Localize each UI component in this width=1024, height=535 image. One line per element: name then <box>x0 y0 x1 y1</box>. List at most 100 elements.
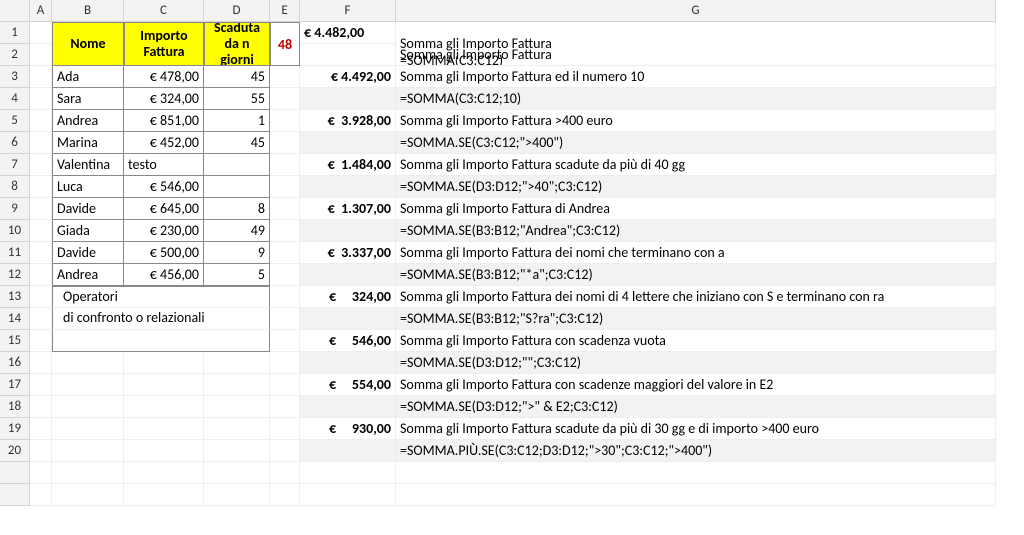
cell-12-1[interactable] <box>30 264 52 286</box>
result-1-valpad[interactable] <box>300 88 396 110</box>
result-9-valpad[interactable] <box>300 440 396 462</box>
cell-nome-6[interactable]: Marina <box>52 132 124 154</box>
cell-6-1[interactable] <box>30 132 52 154</box>
result-2-val[interactable]: € 3.928,00 <box>300 110 396 132</box>
cell-2-6[interactable] <box>300 44 396 66</box>
result-4-val[interactable]: € 1.307,00 <box>300 198 396 220</box>
cell-22-7[interactable] <box>396 484 996 506</box>
result-6-val[interactable]: € 324,00 <box>300 286 396 308</box>
result-2-desc[interactable]: Somma gli Importo Fattura >400 euro <box>396 110 996 132</box>
result-6-desc[interactable]: Somma gli Importo Fattura dei nomi di 4 … <box>396 286 996 308</box>
cell-nome-4[interactable]: Sara <box>52 88 124 110</box>
cell-e2[interactable]: 48 <box>270 22 300 66</box>
cell-21-2[interactable] <box>52 462 124 484</box>
cell-4-1[interactable] <box>30 88 52 110</box>
result-6-formula[interactable]: =SOMMA.SE(B3:B12;"S?ra";C3:C12) <box>396 308 996 330</box>
cell-2-1[interactable] <box>30 44 52 66</box>
cell-14-5[interactable] <box>270 308 300 330</box>
cell-20-1[interactable] <box>30 440 52 462</box>
cell-22-6[interactable] <box>300 484 396 506</box>
cell-17-2[interactable] <box>52 374 124 396</box>
cell-importo-5[interactable]: € 851,00 <box>124 110 204 132</box>
result-7-valpad[interactable] <box>300 352 396 374</box>
result-7-desc[interactable]: Somma gli Importo Fattura con scadenza v… <box>396 330 996 352</box>
result-5-val[interactable]: € 3.337,00 <box>300 242 396 264</box>
result-8-val[interactable]: € 554,00 <box>300 374 396 396</box>
cell-5-1[interactable] <box>30 110 52 132</box>
cell-nome-12[interactable]: Andrea <box>52 264 124 286</box>
result-9-formula[interactable]: =SOMMA.PIÙ.SE(C3:C12;D3:D12;">30";C3:C12… <box>396 440 996 462</box>
result-4-desc[interactable]: Somma gli Importo Fattura di Andrea <box>396 198 996 220</box>
cell-22-4[interactable] <box>204 484 270 506</box>
cell-18-2[interactable] <box>52 396 124 418</box>
header-importo[interactable]: Importo Fattura <box>124 22 204 66</box>
cell-importo-9[interactable]: € 645,00 <box>124 198 204 220</box>
cell-importo-12[interactable]: € 456,00 <box>124 264 204 286</box>
cell-16-3[interactable] <box>124 352 204 374</box>
cell-22-1[interactable] <box>30 484 52 506</box>
result-1-formula[interactable]: =SOMMA(C3:C12;10) <box>396 88 996 110</box>
cell-importo-3[interactable]: € 478,00 <box>124 66 204 88</box>
cell-19-5[interactable] <box>270 418 300 440</box>
cell-giorni-9[interactable]: 8 <box>204 198 270 220</box>
cell-22-3[interactable] <box>124 484 204 506</box>
cell-19-4[interactable] <box>204 418 270 440</box>
cell-9-5[interactable] <box>270 198 300 220</box>
cell-giorni-7[interactable] <box>204 154 270 176</box>
cell-importo-7[interactable]: testo <box>124 154 204 176</box>
cell-21-7[interactable] <box>396 462 996 484</box>
cell-20-3[interactable] <box>124 440 204 462</box>
cell-importo-10[interactable]: € 230,00 <box>124 220 204 242</box>
cell-19-1[interactable] <box>30 418 52 440</box>
cell-7-5[interactable] <box>270 154 300 176</box>
cell-20-5[interactable] <box>270 440 300 462</box>
cell-giorni-11[interactable]: 9 <box>204 242 270 264</box>
cell-18-4[interactable] <box>204 396 270 418</box>
note-line1[interactable]: Operatori <box>52 286 270 308</box>
cell-21-3[interactable] <box>124 462 204 484</box>
result-5-valpad[interactable] <box>300 264 396 286</box>
cell-nome-8[interactable]: Luca <box>52 176 124 198</box>
header-nome[interactable]: Nome <box>52 22 124 66</box>
note-pad[interactable] <box>52 330 270 352</box>
result-7-val[interactable]: € 546,00 <box>300 330 396 352</box>
result-1-desc[interactable]: Somma gli Importo Fattura ed il numero 1… <box>396 66 996 88</box>
cell-nome-5[interactable]: Andrea <box>52 110 124 132</box>
cell-22-2[interactable] <box>52 484 124 506</box>
cell-3-1[interactable] <box>30 66 52 88</box>
cell-8-1[interactable] <box>30 176 52 198</box>
cell-nome-11[interactable]: Davide <box>52 242 124 264</box>
cell-13-5[interactable] <box>270 286 300 308</box>
cell-11-5[interactable] <box>270 242 300 264</box>
result-8-formula[interactable]: =SOMMA.SE(D3:D12;">" & E2;C3:C12) <box>396 396 996 418</box>
cell-20-4[interactable] <box>204 440 270 462</box>
result-3-desc[interactable]: Somma gli Importo Fattura scadute da più… <box>396 154 996 176</box>
cell-giorni-6[interactable]: 45 <box>204 132 270 154</box>
result-3-val[interactable]: € 1.484,00 <box>300 154 396 176</box>
cell-19-2[interactable] <box>52 418 124 440</box>
cell-3-5[interactable] <box>270 66 300 88</box>
cell-giorni-4[interactable]: 55 <box>204 88 270 110</box>
cell-giorni-5[interactable]: 1 <box>204 110 270 132</box>
cell-importo-8[interactable]: € 546,00 <box>124 176 204 198</box>
cell-21-1[interactable] <box>30 462 52 484</box>
cell-21-6[interactable] <box>300 462 396 484</box>
cell-giorni-10[interactable]: 49 <box>204 220 270 242</box>
cell-13-1[interactable] <box>30 286 52 308</box>
result-0-desc[interactable]: Somma gli Importo Fattura <box>396 44 996 66</box>
cell-21-4[interactable] <box>204 462 270 484</box>
cell-10-5[interactable] <box>270 220 300 242</box>
cell-giorni-8[interactable] <box>204 176 270 198</box>
result-8-desc[interactable]: Somma gli Importo Fattura con scadenze m… <box>396 374 996 396</box>
result-4-valpad[interactable] <box>300 220 396 242</box>
cell-11-1[interactable] <box>30 242 52 264</box>
cell-5-5[interactable] <box>270 110 300 132</box>
cell-importo-6[interactable]: € 452,00 <box>124 132 204 154</box>
cell-15-1[interactable] <box>30 330 52 352</box>
result-9-val[interactable]: € 930,00 <box>300 418 396 440</box>
cell-giorni-3[interactable]: 45 <box>204 66 270 88</box>
result-9-desc[interactable]: Somma gli Importo Fattura scadute da più… <box>396 418 996 440</box>
cell-17-5[interactable] <box>270 374 300 396</box>
result-7-formula[interactable]: =SOMMA.SE(D3:D12;"";C3:C12) <box>396 352 996 374</box>
result-2-valpad[interactable] <box>300 132 396 154</box>
